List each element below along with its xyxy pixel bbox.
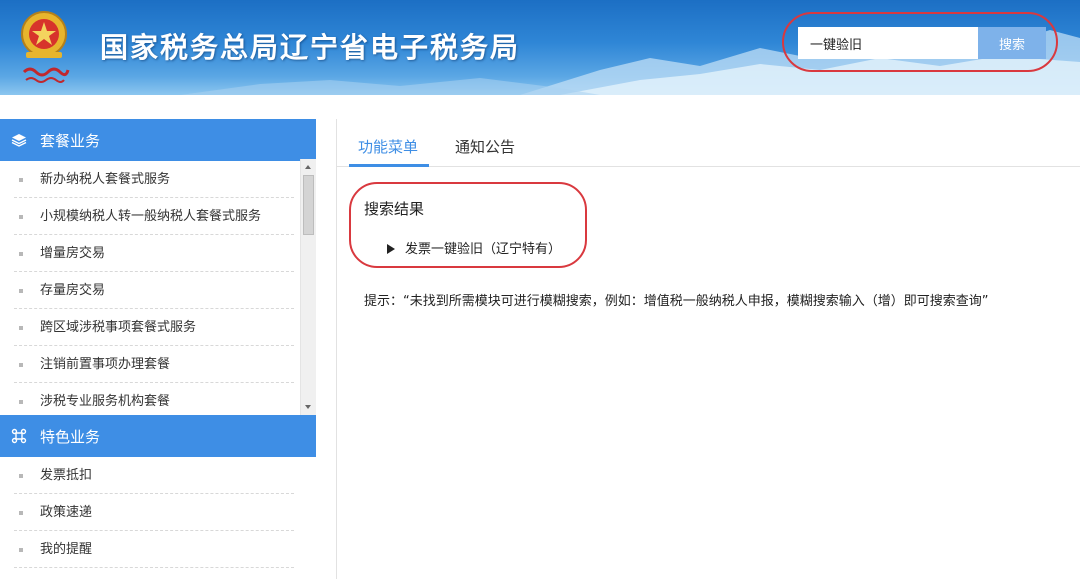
sidebar-item-new-house-trade[interactable]: 增量房交易 xyxy=(14,235,294,272)
search-highlight-ring xyxy=(782,12,1058,72)
sidebar-item-my-reminders[interactable]: 我的提醒 xyxy=(14,531,294,568)
main-panel: 功能菜单 通知公告 搜索结果 发票一键验旧（辽宁特有） 提示：“未找到所需模块可… xyxy=(336,119,1080,579)
bullet-icon xyxy=(19,511,23,515)
tab-bar: 功能菜单 通知公告 xyxy=(337,119,1080,167)
sidebar-item-small-to-general[interactable]: 小规模纳税人转一般纳税人套餐式服务 xyxy=(14,198,294,235)
layers-icon xyxy=(11,132,27,148)
tab-function-menu[interactable]: 功能菜单 xyxy=(358,136,418,157)
bullet-icon xyxy=(19,363,23,367)
sidebar-section-package[interactable]: 套餐业务 xyxy=(0,119,316,161)
bullet-icon xyxy=(19,474,23,478)
sidebar-item-deregistration[interactable]: 注销前置事项办理套餐 xyxy=(14,346,294,383)
sidebar-section-featured[interactable]: 特色业务 xyxy=(0,415,316,457)
bullet-icon xyxy=(19,178,23,182)
bullet-icon xyxy=(19,289,23,293)
search-tip-text: 提示：“未找到所需模块可进行模糊搜索，例如：增值税一般纳税人申报，模糊搜索输入（… xyxy=(364,294,989,309)
sidebar-item-existing-house-trade[interactable]: 存量房交易 xyxy=(14,272,294,309)
command-icon xyxy=(11,428,27,444)
scroll-thumb[interactable] xyxy=(303,175,314,235)
tab-notices[interactable]: 通知公告 xyxy=(455,136,515,157)
bullet-icon xyxy=(19,252,23,256)
sidebar: 套餐业务 新办纳税人套餐式服务 小规模纳税人转一般纳税人套餐式服务 增量房交易 … xyxy=(0,119,316,579)
bullet-icon xyxy=(19,215,23,219)
sidebar-section-label: 特色业务 xyxy=(40,428,101,446)
bullet-icon xyxy=(19,400,23,404)
active-tab-indicator xyxy=(349,164,429,167)
sidebar-item-cross-region[interactable]: 跨区域涉税事项套餐式服务 xyxy=(14,309,294,346)
scroll-down-arrow-icon[interactable] xyxy=(305,405,311,409)
tax-emblem-icon xyxy=(16,6,72,90)
package-menu-list: 新办纳税人套餐式服务 小规模纳税人转一般纳税人套餐式服务 增量房交易 存量房交易… xyxy=(0,161,300,415)
sidebar-section-label: 套餐业务 xyxy=(40,132,101,150)
sidebar-item-new-taxpayer[interactable]: 新办纳税人套餐式服务 xyxy=(14,161,294,198)
site-title: 国家税务总局辽宁省电子税务局 xyxy=(100,31,521,64)
scroll-up-arrow-icon[interactable] xyxy=(305,165,311,169)
bullet-icon xyxy=(19,548,23,552)
sidebar-item-policy-express[interactable]: 政策速递 xyxy=(14,494,294,531)
site-header: 国家税务总局辽宁省电子税务局 搜索 xyxy=(0,0,1080,95)
sidebar-item-invoice-deduction[interactable]: 发票抵扣 xyxy=(14,457,294,494)
result-highlight-ring xyxy=(349,182,587,268)
sidebar-item-agency-package[interactable]: 涉税专业服务机构套餐 xyxy=(14,383,294,415)
featured-menu-list: 发票抵扣 政策速递 我的提醒 xyxy=(0,457,300,579)
sidebar-scrollbar[interactable] xyxy=(300,159,316,415)
bullet-icon xyxy=(19,326,23,330)
